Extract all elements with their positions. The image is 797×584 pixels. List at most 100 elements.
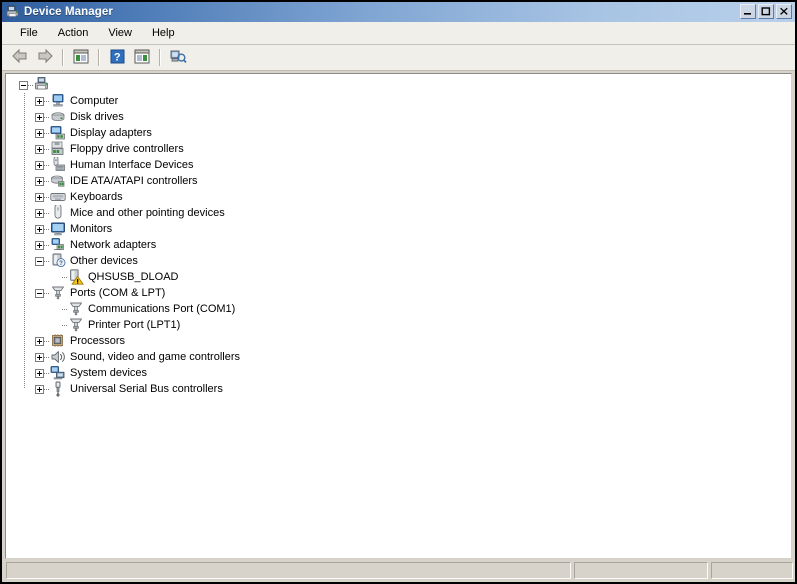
- tree-row[interactable]: Computer: [6, 93, 791, 109]
- tree-item-label: Processors: [70, 335, 126, 347]
- tree-item-label: Communications Port (COM1): [88, 303, 236, 315]
- tree-item-label: Display adapters: [70, 127, 152, 139]
- expand-toggle[interactable]: [35, 352, 44, 362]
- tree-row[interactable]: Monitors: [6, 221, 791, 237]
- menu-action[interactable]: Action: [48, 25, 99, 41]
- expand-toggle[interactable]: [35, 96, 44, 106]
- collapse-toggle[interactable]: [35, 256, 44, 266]
- tree-row[interactable]: ? Other devices: [6, 253, 791, 269]
- tree-row[interactable]: Human Interface Devices: [6, 156, 791, 173]
- expand-toggle[interactable]: [35, 384, 44, 394]
- tree-row[interactable]: QHSUSB_DLOAD: [6, 269, 791, 285]
- disk-drive-icon: [50, 109, 66, 125]
- expand-toggle[interactable]: [35, 208, 44, 218]
- system-device-icon: [50, 365, 66, 381]
- port-icon: [50, 285, 66, 301]
- svg-text:?: ?: [59, 260, 63, 267]
- tree-row[interactable]: System devices: [6, 365, 791, 381]
- tree-row[interactable]: Printer Port (LPT1): [6, 317, 791, 333]
- expand-toggle[interactable]: [35, 112, 44, 122]
- help-button[interactable]: ?: [105, 47, 129, 69]
- tree-row[interactable]: Communications Port (COM1): [6, 301, 791, 317]
- scan-for-hardware-changes-button[interactable]: [166, 47, 190, 69]
- properties-icon: [134, 49, 150, 67]
- toolbar-separator-1: [62, 49, 64, 66]
- tree-item-label: System devices: [70, 367, 148, 379]
- back-button[interactable]: [8, 47, 32, 69]
- tree-row[interactable]: Floppy drive controllers: [6, 141, 791, 157]
- window-controls: [740, 4, 792, 19]
- expand-toggle[interactable]: [35, 160, 44, 170]
- device-manager-window: Device Manager File Action View Help ? C…: [0, 0, 797, 584]
- tree-item-label: Monitors: [70, 223, 113, 235]
- help-icon: ?: [110, 49, 125, 67]
- tree-row[interactable]: Display adapters: [6, 125, 791, 141]
- expand-toggle[interactable]: [35, 336, 44, 346]
- sound-controller-icon: [50, 349, 66, 365]
- device-manager-icon: [6, 5, 20, 19]
- expand-toggle[interactable]: [35, 128, 44, 138]
- floppy-controller-icon: [50, 141, 66, 157]
- tree-item-label: Floppy drive controllers: [70, 143, 184, 155]
- client-area: Computer Disk drives Display adapters Flopp…: [2, 71, 795, 560]
- expand-toggle[interactable]: [35, 240, 44, 250]
- menu-bar: File Action View Help: [2, 22, 795, 45]
- network-adapter-icon: [50, 237, 66, 253]
- tree-row[interactable]: Universal Serial Bus controllers: [6, 381, 791, 397]
- hid-icon: [50, 156, 66, 173]
- port-icon: [68, 317, 84, 333]
- menu-file[interactable]: File: [10, 25, 48, 41]
- status-pane-3: [711, 562, 793, 579]
- tree-item-label: Sound, video and game controllers: [70, 351, 240, 363]
- keyboard-icon: [50, 189, 66, 205]
- computer-icon: [50, 93, 66, 109]
- toolbar-separator-3: [159, 49, 161, 66]
- expand-toggle[interactable]: [35, 176, 44, 186]
- maximize-button[interactable]: [758, 4, 774, 19]
- unknown-device-icon: ?: [50, 253, 66, 269]
- properties-button[interactable]: [130, 47, 154, 69]
- tree-item-label: Ports (COM & LPT): [70, 287, 166, 299]
- tree-row[interactable]: Processors: [6, 333, 791, 349]
- tree-row[interactable]: IDE ATA/ATAPI controllers: [6, 173, 791, 189]
- expand-toggle[interactable]: [35, 144, 44, 154]
- title-bar[interactable]: Device Manager: [2, 2, 795, 22]
- close-button[interactable]: [776, 4, 792, 19]
- status-pane-2: [574, 562, 708, 579]
- usb-controller-icon: [50, 381, 66, 397]
- tree-row[interactable]: Network adapters: [6, 237, 791, 253]
- window-title: Device Manager: [24, 6, 113, 18]
- tree-item-label: Mice and other pointing devices: [70, 207, 225, 219]
- tree-row[interactable]: Disk drives: [6, 109, 791, 125]
- tree-row-root[interactable]: [6, 77, 791, 93]
- unknown-device-warning-icon: [68, 269, 84, 285]
- collapse-toggle[interactable]: [35, 288, 44, 298]
- tree-item-label: Disk drives: [70, 111, 124, 123]
- tree-row[interactable]: Ports (COM & LPT): [6, 285, 791, 301]
- show-hide-console-tree-button[interactable]: [69, 47, 93, 69]
- processor-icon: [50, 333, 66, 349]
- expand-toggle[interactable]: [35, 368, 44, 378]
- computer-root-icon: [34, 77, 50, 93]
- forward-button[interactable]: [33, 47, 57, 69]
- tree-row[interactable]: Keyboards: [6, 189, 791, 205]
- scan-for-hardware-changes-icon: [170, 49, 187, 67]
- root-collapse-toggle[interactable]: [19, 80, 28, 90]
- tree-item-label: Other devices: [70, 255, 138, 267]
- tree-row[interactable]: Mice and other pointing devices: [6, 203, 791, 221]
- minimize-button[interactable]: [740, 4, 756, 19]
- tree-row[interactable]: Sound, video and game controllers: [6, 349, 791, 365]
- tree-item-label: QHSUSB_DLOAD: [88, 271, 179, 283]
- menu-help[interactable]: Help: [142, 25, 185, 41]
- mouse-icon: [50, 203, 66, 221]
- toolbar-separator-2: [98, 49, 100, 66]
- tree-item-label: Network adapters: [70, 239, 157, 251]
- expand-toggle[interactable]: [35, 192, 44, 202]
- tree-item-label: Printer Port (LPT1): [88, 319, 181, 331]
- menu-view[interactable]: View: [98, 25, 142, 41]
- device-tree[interactable]: Computer Disk drives Display adapters Flopp…: [5, 73, 792, 559]
- tree-item-label: Human Interface Devices: [70, 159, 194, 171]
- display-adapter-icon: [50, 125, 66, 141]
- expand-toggle[interactable]: [35, 224, 44, 234]
- show-hide-console-tree-icon: [73, 49, 89, 67]
